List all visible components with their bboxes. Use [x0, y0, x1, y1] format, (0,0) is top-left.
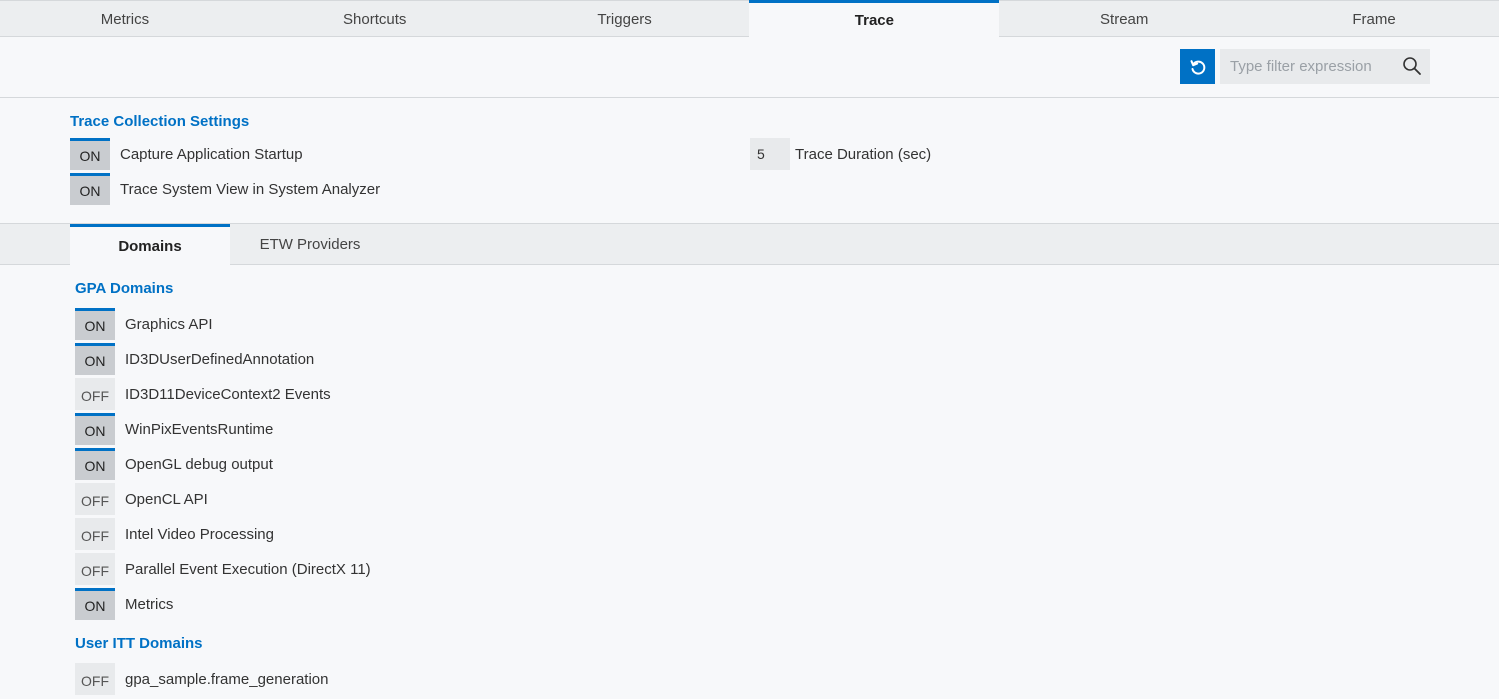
domain-toggle[interactable]: OFF	[75, 378, 115, 410]
capture-startup-row: ON Capture Application Startup	[70, 138, 303, 170]
tab-domains[interactable]: Domains	[70, 224, 230, 266]
domain-row: ON OpenGL debug output	[75, 448, 273, 480]
user-itt-domains-title: User ITT Domains	[75, 635, 203, 652]
domain-label: OpenCL API	[125, 490, 208, 508]
domain-toggle[interactable]: ON	[75, 308, 115, 340]
domain-label: Parallel Event Execution (DirectX 11)	[125, 560, 371, 578]
top-tab-bar: Metrics Shortcuts Triggers Trace Stream …	[0, 0, 1499, 38]
domain-toggle[interactable]: ON	[75, 413, 115, 445]
sub-tab-bar: Domains ETW Providers	[0, 224, 1499, 266]
domain-row: OFF ID3D11DeviceContext2 Events	[75, 378, 331, 410]
system-view-label: Trace System View in System Analyzer	[120, 180, 381, 198]
domain-label: gpa_sample.frame_generation	[125, 670, 329, 688]
domain-label: WinPixEventsRuntime	[125, 420, 274, 438]
domain-label: ID3DUserDefinedAnnotation	[125, 350, 315, 368]
domain-row: ON Graphics API	[75, 308, 213, 340]
tab-stream[interactable]: Stream	[999, 0, 1250, 37]
trace-duration-row: 5 Trace Duration (sec)	[750, 138, 931, 170]
capture-startup-label: Capture Application Startup	[120, 145, 303, 163]
tab-trace[interactable]: Trace	[749, 0, 1000, 38]
refresh-button[interactable]	[1180, 49, 1215, 84]
domain-row: ON Metrics	[75, 588, 173, 620]
capture-startup-toggle[interactable]: ON	[70, 138, 110, 170]
domain-toggle[interactable]: OFF	[75, 518, 115, 550]
domain-label: ID3D11DeviceContext2 Events	[125, 385, 331, 403]
domain-row: OFF gpa_sample.frame_generation	[75, 663, 328, 695]
refresh-icon	[1190, 59, 1205, 75]
tab-triggers[interactable]: Triggers	[499, 0, 750, 37]
tab-shortcuts[interactable]: Shortcuts	[249, 0, 500, 37]
domain-toggle[interactable]: ON	[75, 343, 115, 375]
trace-duration-field[interactable]: 5	[750, 138, 790, 170]
domain-row: ON ID3DUserDefinedAnnotation	[75, 343, 314, 375]
domain-toggle[interactable]: OFF	[75, 483, 115, 515]
system-view-row: ON Trace System View in System Analyzer	[70, 173, 380, 205]
domain-toggle[interactable]: OFF	[75, 663, 115, 695]
domain-label: Intel Video Processing	[125, 525, 274, 543]
domain-row: OFF OpenCL API	[75, 483, 208, 515]
domain-label: OpenGL debug output	[125, 455, 273, 473]
domain-toggle[interactable]: OFF	[75, 553, 115, 585]
search-input[interactable]	[1220, 50, 1390, 83]
domain-toggle[interactable]: ON	[75, 448, 115, 480]
tab-etw-providers[interactable]: ETW Providers	[230, 224, 390, 265]
gpa-domains-title: GPA Domains	[75, 280, 174, 297]
domain-row: ON WinPixEventsRuntime	[75, 413, 273, 445]
system-view-toggle[interactable]: ON	[70, 173, 110, 205]
domain-row: OFF Intel Video Processing	[75, 518, 274, 550]
domain-label: Metrics	[125, 595, 174, 613]
domain-row: OFF Parallel Event Execution (DirectX 11)	[75, 553, 371, 585]
tab-frame[interactable]: Frame	[1249, 0, 1499, 37]
tab-metrics[interactable]: Metrics	[0, 0, 250, 37]
trace-settings-title: Trace Collection Settings	[70, 113, 250, 130]
search-icon[interactable]	[1402, 56, 1422, 76]
trace-duration-label: Trace Duration (sec)	[795, 145, 932, 163]
domain-toggle[interactable]: ON	[75, 588, 115, 620]
domain-label: Graphics API	[125, 315, 213, 333]
toolbar	[0, 37, 1499, 98]
search-box	[1220, 49, 1430, 84]
